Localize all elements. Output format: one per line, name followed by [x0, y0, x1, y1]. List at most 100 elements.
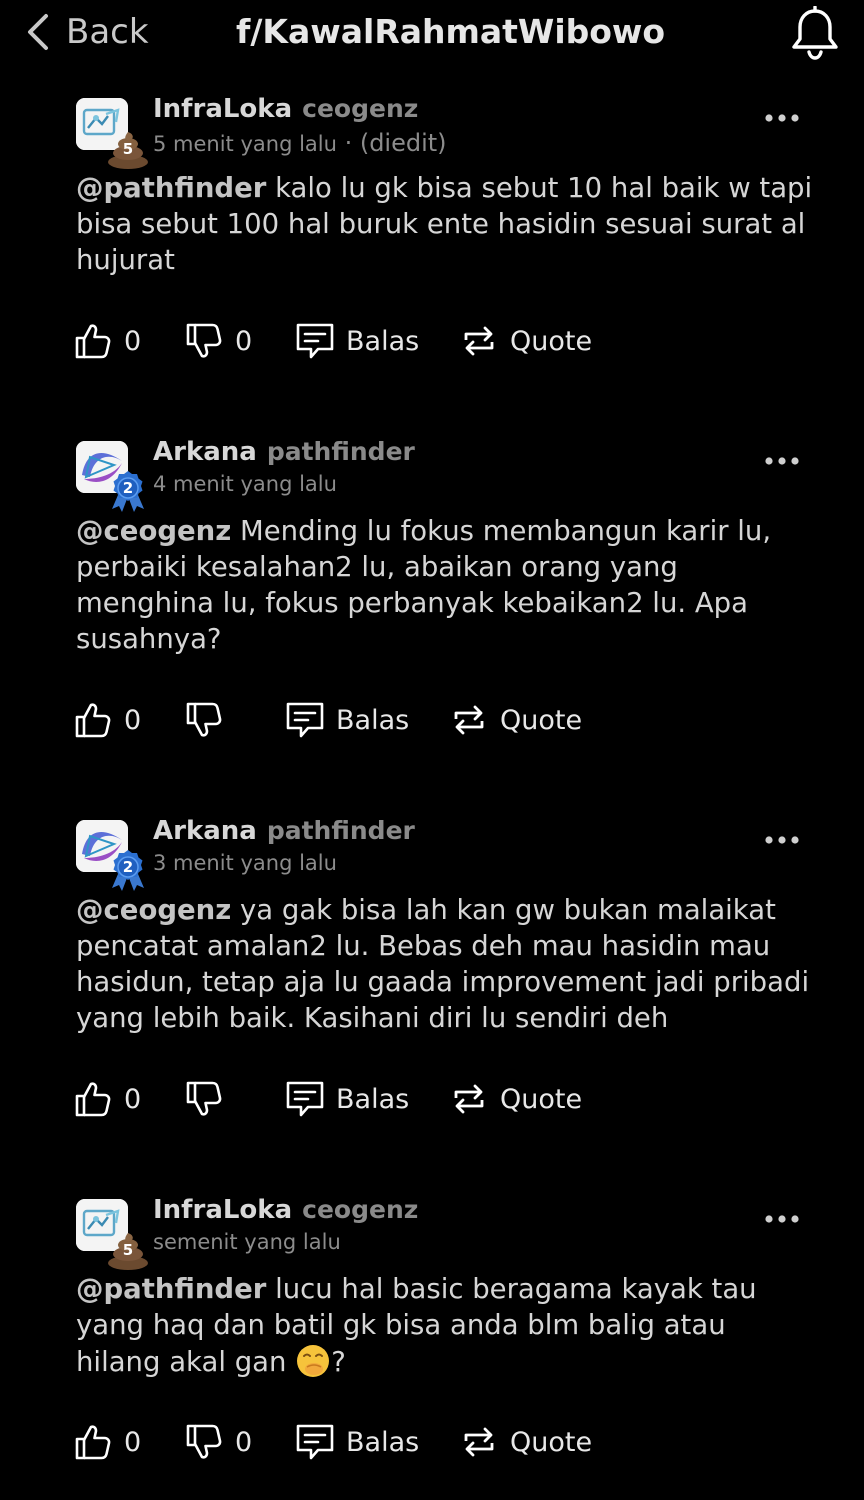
author-line: InfraLoka ceogenz: [153, 94, 418, 124]
time-text: 5 menit yang lalu: [153, 132, 337, 156]
top-bar: Back f/KawalRahmatWibowo: [0, 0, 864, 66]
comment-text: @ceogenz Mending lu fokus membangun kari…: [76, 513, 816, 657]
like-count: 0: [124, 325, 142, 357]
reply-button[interactable]: Balas: [294, 318, 419, 364]
thumbs-up-icon: [72, 1078, 114, 1120]
quote-button[interactable]: Quote: [458, 318, 592, 364]
username[interactable]: pathfinder: [267, 437, 415, 466]
reply-label: Balas: [336, 1083, 410, 1115]
like-button[interactable]: 0: [72, 697, 141, 743]
rank-number: 2: [122, 479, 134, 497]
quote-repost-icon: [448, 699, 490, 741]
more-dots-icon: [764, 833, 800, 847]
like-count: 0: [124, 1083, 142, 1115]
action-bar: 0 0 Balas Quote: [0, 318, 864, 364]
display-name[interactable]: Arkana: [153, 816, 257, 846]
rank-badge: 5: [106, 1227, 150, 1271]
quote-repost-icon: [458, 1421, 500, 1463]
more-dots-icon: [764, 111, 800, 125]
rank-badge: 2: [106, 848, 150, 892]
more-options-button[interactable]: [764, 1211, 800, 1225]
avatar[interactable]: 5: [76, 98, 128, 150]
dislike-count: 0: [235, 325, 253, 357]
quote-button[interactable]: Quote: [448, 697, 582, 743]
page-title: f/KawalRahmatWibowo: [236, 12, 666, 51]
back-button[interactable]: Back: [24, 10, 149, 54]
more-options-button[interactable]: [764, 453, 800, 467]
dislike-button[interactable]: [183, 1076, 225, 1122]
quote-label: Quote: [500, 1083, 583, 1115]
thumbs-up-icon: [72, 1421, 114, 1463]
like-count: 0: [124, 1426, 142, 1458]
timestamp: 3 menit yang lalu: [153, 851, 337, 875]
edited-label: · (diedit): [336, 129, 447, 157]
action-bar: 0 Balas Quote: [0, 697, 864, 743]
like-count: 0: [124, 704, 142, 736]
username[interactable]: ceogenz: [302, 1195, 418, 1224]
chevron-left-icon: [28, 14, 48, 50]
thumbs-up-icon: [72, 320, 114, 362]
comment-body-end: ?: [331, 1346, 346, 1378]
thumbs-down-icon: [183, 320, 225, 362]
bell-icon[interactable]: [790, 6, 840, 62]
quote-repost-icon: [448, 1078, 490, 1120]
author-line: Arkana pathfinder: [153, 816, 415, 846]
rank-badge: 5: [106, 126, 150, 170]
dislike-count: 0: [235, 1426, 253, 1458]
reply-icon: [284, 1078, 326, 1120]
reply-button[interactable]: Balas: [284, 1076, 409, 1122]
reply-icon: [284, 699, 326, 741]
avatar[interactable]: 2: [76, 441, 128, 493]
more-options-button[interactable]: [764, 110, 800, 124]
action-bar: 0 0 Balas Quote: [0, 1419, 864, 1465]
reply-button[interactable]: Balas: [294, 1419, 419, 1465]
comment-text: @pathfinder kalo lu gk bisa sebut 10 hal…: [76, 170, 816, 278]
thumbs-down-icon: [183, 1078, 225, 1120]
quote-button[interactable]: Quote: [458, 1419, 592, 1465]
reply-icon: [294, 1421, 336, 1463]
like-button[interactable]: 0: [72, 1419, 141, 1465]
quote-label: Quote: [510, 325, 593, 357]
quote-button[interactable]: Quote: [448, 1076, 582, 1122]
dislike-button[interactable]: 0: [183, 318, 252, 364]
reply-icon: [294, 320, 336, 362]
like-button[interactable]: 0: [72, 318, 141, 364]
rank-number: 2: [122, 858, 134, 876]
reply-label: Balas: [336, 704, 410, 736]
quote-label: Quote: [500, 704, 583, 736]
thumbs-up-icon: [72, 699, 114, 741]
mention-link[interactable]: @ceogenz: [76, 894, 231, 926]
author-line: Arkana pathfinder: [153, 437, 415, 467]
quote-repost-icon: [458, 320, 500, 362]
display-name[interactable]: InfraLoka: [153, 1195, 292, 1225]
mention-link[interactable]: @pathfinder: [76, 172, 266, 204]
username[interactable]: ceogenz: [302, 94, 418, 123]
mention-link[interactable]: @ceogenz: [76, 515, 231, 547]
username[interactable]: pathfinder: [267, 816, 415, 845]
author-line: InfraLoka ceogenz: [153, 1195, 418, 1225]
reply-button[interactable]: Balas: [284, 697, 409, 743]
more-options-button[interactable]: [764, 832, 800, 846]
display-name[interactable]: Arkana: [153, 437, 257, 467]
comment-text: @pathfinder lucu hal basic beragama kaya…: [76, 1271, 816, 1380]
comment-text: @ceogenz ya gak bisa lah kan gw bukan ma…: [76, 892, 816, 1036]
dislike-button[interactable]: 0: [183, 1419, 252, 1465]
reply-label: Balas: [346, 325, 420, 357]
rank-number: 5: [122, 1241, 134, 1259]
thumbs-down-icon: [183, 1421, 225, 1463]
mention-link[interactable]: @pathfinder: [76, 1273, 266, 1305]
timestamp: 4 menit yang lalu: [153, 472, 337, 496]
like-button[interactable]: 0: [72, 1076, 141, 1122]
dislike-button[interactable]: [183, 697, 225, 743]
back-label: Back: [66, 12, 149, 52]
quote-label: Quote: [510, 1426, 593, 1458]
thumbs-down-icon: [183, 699, 225, 741]
more-dots-icon: [764, 454, 800, 468]
rank-badge: 2: [106, 469, 150, 513]
avatar[interactable]: 5: [76, 1199, 128, 1251]
reply-label: Balas: [346, 1426, 420, 1458]
timestamp: semenit yang lalu: [153, 1230, 341, 1254]
display-name[interactable]: InfraLoka: [153, 94, 292, 124]
avatar[interactable]: 2: [76, 820, 128, 872]
timestamp: 5 menit yang lalu · (diedit): [153, 129, 447, 157]
